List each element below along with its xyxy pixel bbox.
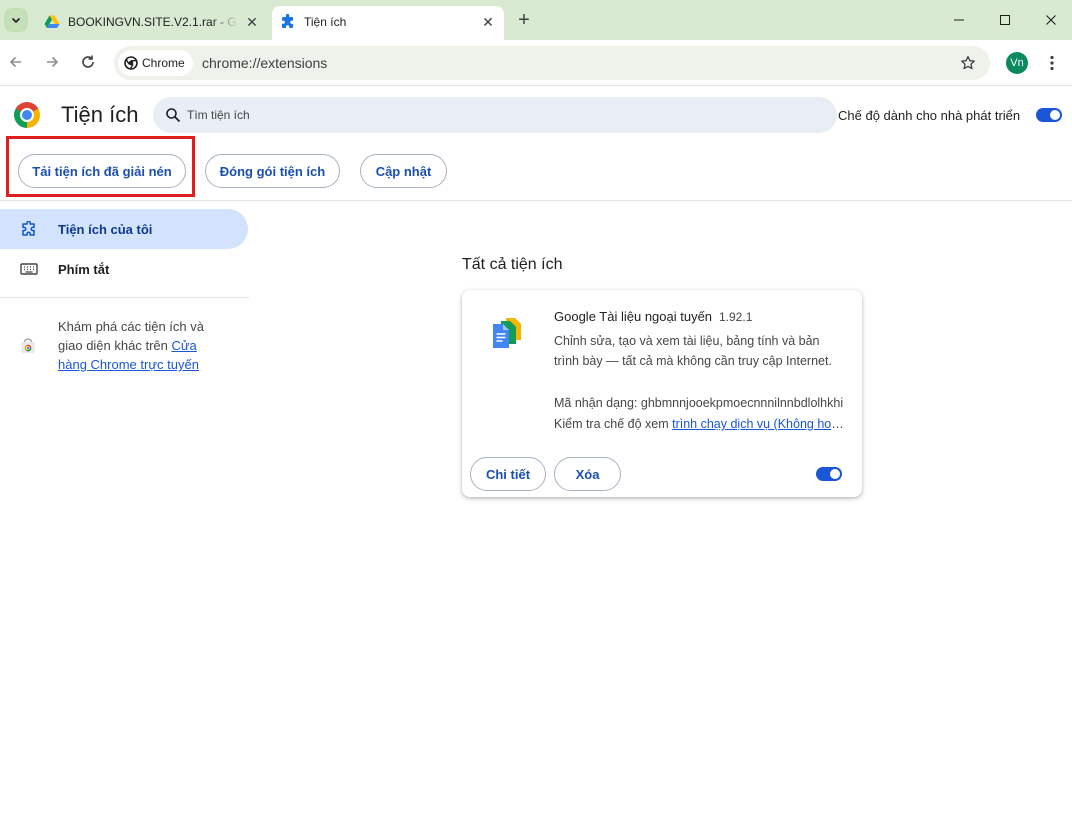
- close-icon[interactable]: ✕: [480, 14, 496, 30]
- extension-id: Mã nhận dạng: ghbmnnjooekpmoecnnnilnnbdl…: [554, 396, 844, 410]
- inspect-label: Kiểm tra chế độ xem: [554, 417, 673, 431]
- tab-google-drive[interactable]: BOOKINGVN.SITE.V2.1.rar - Google Drive ✕: [36, 6, 268, 40]
- arrow-right-icon: [47, 56, 59, 68]
- close-icon[interactable]: ✕: [244, 14, 260, 30]
- extension-version: 1.92.1: [719, 310, 753, 324]
- reload-icon: [82, 55, 94, 68]
- toggle-knob: [1050, 110, 1060, 120]
- search-icon: [166, 108, 181, 123]
- page-title: Tiện ích: [61, 102, 139, 127]
- remove-button[interactable]: Xóa: [554, 457, 621, 491]
- minimize-button[interactable]: [938, 0, 980, 40]
- back-button[interactable]: [4, 50, 28, 74]
- forward-button[interactable]: [40, 50, 64, 74]
- dev-mode-label: Chế độ dành cho nhà phát triển: [838, 108, 1021, 123]
- bookmark-button[interactable]: [958, 53, 978, 73]
- url-text[interactable]: chrome://extensions: [202, 55, 327, 71]
- maximize-icon: [1000, 15, 1010, 25]
- sidebar-divider: [0, 297, 249, 298]
- sidebar-item-label: Tiện ích của tôi: [58, 222, 153, 237]
- star-icon: [961, 55, 975, 70]
- google-drive-icon: [44, 15, 60, 28]
- chrome-icon: [124, 56, 138, 70]
- web-store-promo: Khám phá các tiện ích và giao diện khác …: [58, 317, 228, 374]
- extension-description: Chỉnh sửa, tạo và xem tài liệu, bảng tín…: [554, 334, 832, 368]
- profile-avatar[interactable]: Vn: [1006, 52, 1028, 74]
- minimize-icon: [954, 19, 964, 21]
- tab-strip: BOOKINGVN.SITE.V2.1.rar - Google Drive ✕…: [0, 0, 1072, 40]
- dev-mode-toggle[interactable]: [1036, 108, 1062, 122]
- arrow-left-icon: [9, 56, 21, 68]
- load-unpacked-button[interactable]: Tải tiện ích đã giải nén: [18, 154, 186, 188]
- new-tab-button[interactable]: +: [512, 8, 536, 32]
- details-button[interactable]: Chi tiết: [470, 457, 546, 491]
- pack-extension-button[interactable]: Đóng gói tiện ích: [205, 154, 340, 188]
- chip-label: Chrome: [142, 56, 185, 70]
- reload-button[interactable]: [76, 50, 100, 74]
- site-info-chip[interactable]: Chrome: [118, 50, 193, 76]
- chevron-down-icon: [11, 17, 21, 24]
- google-docs-offline-icon: [493, 318, 521, 348]
- maximize-button[interactable]: [984, 0, 1026, 40]
- keyboard-icon: [20, 263, 38, 275]
- section-title: Tất cả tiện ích: [462, 256, 563, 273]
- tab-title: BOOKINGVN.SITE.V2.1.rar - Google Drive: [68, 15, 238, 29]
- chrome-logo-icon: [14, 102, 40, 128]
- tab-title: Tiện ích: [304, 15, 347, 29]
- browser-toolbar: Chrome chrome://extensions Vn: [0, 40, 1072, 86]
- tab-extensions[interactable]: Tiện ích ✕: [272, 6, 504, 40]
- puzzle-piece-icon: [22, 221, 35, 236]
- address-bar[interactable]: Chrome chrome://extensions: [114, 46, 990, 80]
- tab-search-button[interactable]: [4, 8, 28, 32]
- update-button[interactable]: Cập nhật: [360, 154, 447, 188]
- sidebar-item-shortcuts[interactable]: Phím tắt: [0, 249, 248, 289]
- search-input[interactable]: [187, 97, 827, 133]
- chrome-web-store-icon: [21, 338, 35, 353]
- extension-enable-toggle[interactable]: [816, 467, 842, 481]
- sidebar-item-my-extensions[interactable]: Tiện ích của tôi: [0, 209, 248, 249]
- header-divider: [0, 200, 1072, 201]
- extension-card: Google Tài liệu ngoại tuyến 1.92.1 Chỉnh…: [462, 290, 862, 497]
- sidebar-item-label: Phím tắt: [58, 262, 110, 277]
- search-box[interactable]: [153, 97, 837, 133]
- browser-menu-button[interactable]: [1042, 52, 1062, 74]
- toggle-knob: [830, 469, 840, 479]
- more-vert-icon: [1050, 55, 1054, 71]
- inspect-views: Kiểm tra chế độ xem trình chạy dịch vụ (…: [554, 417, 844, 431]
- service-worker-link[interactable]: trình chạy dịch vụ (Không hoạt động): [672, 417, 844, 431]
- extension-name: Google Tài liệu ngoại tuyến: [554, 309, 713, 324]
- close-icon: [1046, 15, 1056, 25]
- close-window-button[interactable]: [1030, 0, 1072, 40]
- puzzle-piece-icon: [282, 14, 293, 28]
